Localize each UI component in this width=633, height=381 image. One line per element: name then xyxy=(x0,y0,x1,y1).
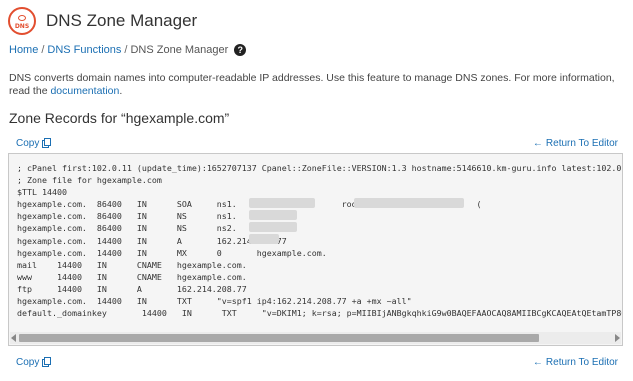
zone-record-line: hgexample.com. 86400 IN NS ns2. xyxy=(17,223,237,234)
copy-icon xyxy=(42,137,52,148)
zone-record-line: ; cPanel first:102.0.11 (update_time):16… xyxy=(17,163,623,173)
page-header: DNS DNS Zone Manager xyxy=(8,6,197,36)
copy-button[interactable]: Copy xyxy=(16,137,52,149)
horizontal-scrollbar[interactable] xyxy=(10,332,621,344)
return-to-editor-button[interactable]: ← Return To Editor xyxy=(533,357,618,368)
scroll-right-icon[interactable] xyxy=(615,334,620,342)
return-to-editor-button[interactable]: ← Return To Editor xyxy=(533,138,618,149)
description-end: . xyxy=(119,85,123,97)
page-title: DNS Zone Manager xyxy=(46,11,198,30)
return-label: Return To Editor xyxy=(545,138,618,149)
copy-icon xyxy=(42,356,52,367)
redacted-block xyxy=(249,210,297,220)
breadcrumb-dns-functions-link[interactable]: DNS Functions xyxy=(47,44,121,56)
logo-text: DNS xyxy=(14,23,30,30)
zone-record-line: ; Zone file for hgexample.com xyxy=(17,175,162,186)
zone-record-line: $TTL 14400 xyxy=(17,187,67,198)
editor-toolbar-bottom: Copy ← Return To Editor xyxy=(16,356,618,371)
zone-record-line: hgexample.com. 14400 IN MX 0 hgexample.c… xyxy=(17,247,327,258)
zone-file-viewer[interactable]: ; cPanel first:102.0.11 (update_time):16… xyxy=(8,153,623,346)
zone-record-line: hgexample.com. 86400 IN NS ns1. xyxy=(17,211,237,222)
documentation-link[interactable]: documentation xyxy=(50,85,119,97)
redacted-block xyxy=(354,198,464,208)
copy-button[interactable]: Copy xyxy=(16,356,52,368)
scrollbar-thumb[interactable] xyxy=(19,334,539,342)
arrow-left-icon: ← xyxy=(532,357,543,368)
zone-record-line: www 14400 IN CNAME hgexample.com. xyxy=(17,271,247,282)
help-icon[interactable]: ? xyxy=(234,44,247,56)
zone-record-line: hgexample.com. 14400 IN TXT "v=spf1 ip4:… xyxy=(17,296,412,307)
breadcrumb-separator: / xyxy=(124,44,128,56)
zone-record-line: mail 14400 IN CNAME hgexample.com. xyxy=(17,259,247,270)
page-description: DNS converts domain names into computer-… xyxy=(9,72,621,98)
zone-record-line: ftp 14400 IN A 162.214.208.77 xyxy=(17,283,247,294)
zone-file-content: ; cPanel first:102.0.11 (update_time):16… xyxy=(17,162,623,319)
redacted-block xyxy=(249,234,279,244)
redacted-block xyxy=(249,222,297,232)
zone-records-title: Zone Records for “hgexample.com” xyxy=(9,110,230,126)
return-label: Return To Editor xyxy=(545,357,618,368)
copy-label: Copy xyxy=(16,357,40,368)
zone-record-line: hgexample.com. 14400 IN A 162.214.208.77 xyxy=(17,235,287,246)
scroll-left-icon[interactable] xyxy=(11,334,16,342)
breadcrumb-separator: / xyxy=(41,44,45,56)
breadcrumb: Home / DNS Functions / DNS Zone Manager … xyxy=(9,44,247,56)
editor-toolbar-top: Copy ← Return To Editor xyxy=(16,137,618,152)
dns-logo-icon: DNS xyxy=(8,7,36,35)
redacted-block xyxy=(249,198,315,208)
zone-record-line: default._domainkey 14400 IN TXT "v=DKIM1… xyxy=(17,308,623,319)
copy-label: Copy xyxy=(16,138,40,149)
arrow-left-icon: ← xyxy=(532,138,543,149)
breadcrumb-current: DNS Zone Manager xyxy=(130,44,229,56)
breadcrumb-home-link[interactable]: Home xyxy=(9,44,38,56)
